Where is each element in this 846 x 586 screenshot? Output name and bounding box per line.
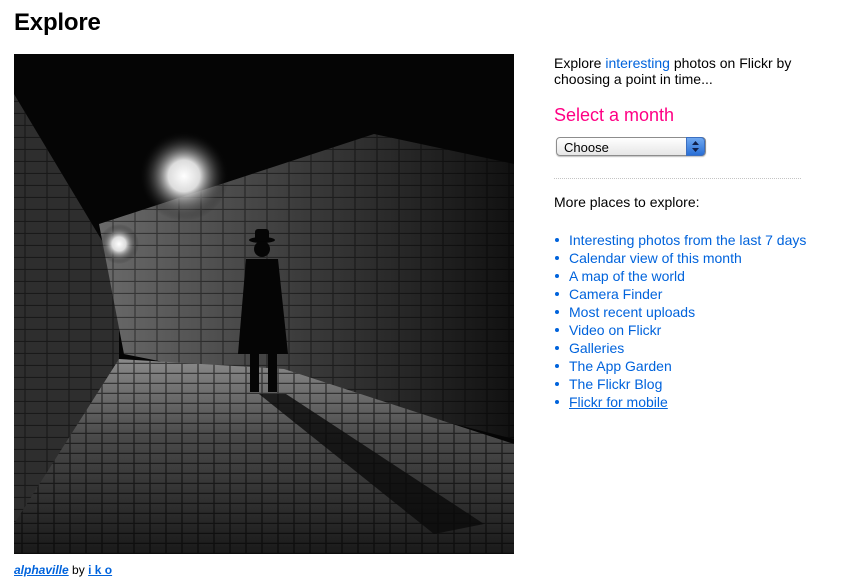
more-places-heading: More places to explore: — [554, 194, 700, 210]
link-flickr-blog[interactable]: The Flickr Blog — [569, 376, 662, 392]
interesting-link[interactable]: interesting — [605, 55, 670, 71]
list-item: Most recent uploads — [554, 303, 834, 321]
bullet-icon — [555, 328, 559, 332]
list-item: Flickr for mobile — [554, 393, 834, 411]
list-item: Video on Flickr — [554, 321, 834, 339]
bullet-icon — [555, 292, 559, 296]
explore-sidebar: Explore interesting photos on Flickr by … — [554, 54, 834, 411]
bullet-icon — [555, 238, 559, 242]
bullet-icon — [555, 400, 559, 404]
link-recent-uploads[interactable]: Most recent uploads — [569, 304, 695, 320]
link-app-garden[interactable]: The App Garden — [569, 358, 672, 374]
month-select-value: Choose — [564, 140, 609, 155]
list-item: A map of the world — [554, 267, 834, 285]
select-month-heading: Select a month — [554, 105, 675, 125]
bullet-icon — [555, 382, 559, 386]
bullet-icon — [555, 346, 559, 350]
link-world-map[interactable]: A map of the world — [569, 268, 685, 284]
select-arrows-icon — [686, 137, 705, 156]
link-video[interactable]: Video on Flickr — [569, 322, 661, 338]
link-camera-finder[interactable]: Camera Finder — [569, 286, 662, 302]
bullet-icon — [555, 256, 559, 260]
photo-caption: alphaville by i k o — [14, 563, 112, 577]
photo-image — [14, 54, 514, 554]
by-label: by — [72, 563, 85, 577]
list-item: Galleries — [554, 339, 834, 357]
link-galleries[interactable]: Galleries — [569, 340, 624, 356]
list-item: The Flickr Blog — [554, 375, 834, 393]
link-calendar-view[interactable]: Calendar view of this month — [569, 250, 742, 266]
page-title: Explore — [14, 9, 101, 36]
intro-text: Explore interesting photos on Flickr by … — [554, 55, 792, 87]
list-item: Camera Finder — [554, 285, 834, 303]
list-item: Calendar view of this month — [554, 249, 834, 267]
list-item: Interesting photos from the last 7 days — [554, 231, 834, 249]
link-interesting-7-days[interactable]: Interesting photos from the last 7 days — [569, 232, 806, 248]
list-item: The App Garden — [554, 357, 834, 375]
bullet-icon — [555, 364, 559, 368]
bullet-icon — [555, 310, 559, 314]
month-select[interactable]: Choose — [556, 137, 706, 156]
featured-photo[interactable] — [14, 54, 514, 554]
photo-author-link[interactable]: i k o — [88, 563, 112, 577]
section-divider — [554, 178, 801, 179]
explore-links-list: Interesting photos from the last 7 days … — [554, 231, 834, 411]
bullet-icon — [555, 274, 559, 278]
photo-title-link[interactable]: alphaville — [14, 563, 69, 577]
link-flickr-mobile[interactable]: Flickr for mobile — [569, 394, 668, 410]
